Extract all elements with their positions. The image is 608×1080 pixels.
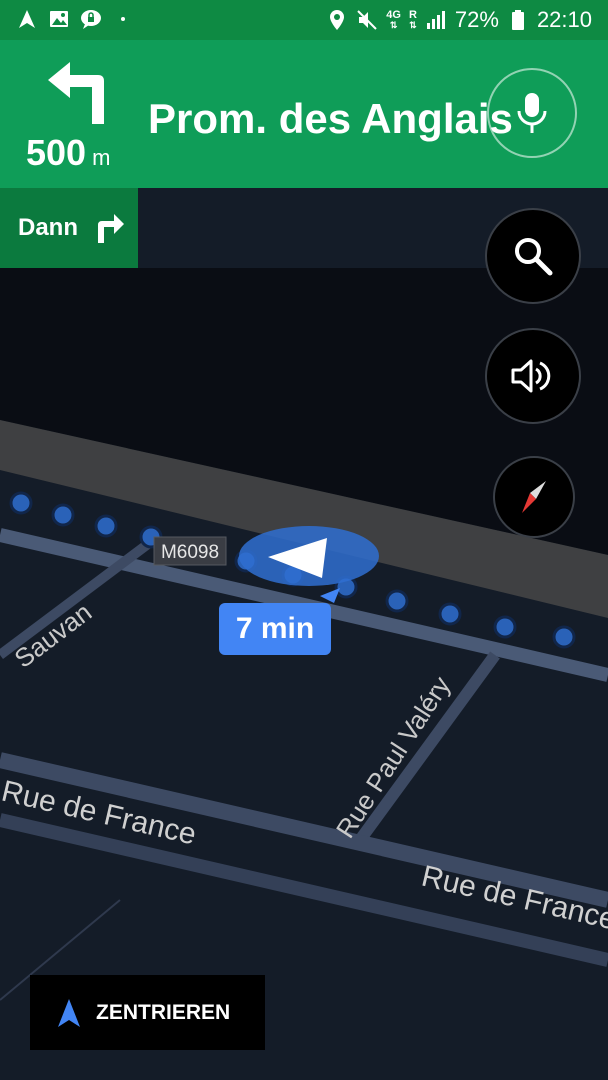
compass-button[interactable] (493, 456, 575, 538)
search-button[interactable] (485, 208, 581, 304)
recenter-label: ZENTRIEREN (96, 1000, 231, 1024)
compass-icon (522, 481, 546, 513)
route-dot (51, 503, 75, 527)
route-dot (438, 602, 462, 626)
recenter-button[interactable]: ZENTRIEREN (30, 975, 265, 1050)
route-dot (552, 625, 576, 649)
route-dot (493, 615, 517, 639)
route-dot (385, 589, 409, 613)
route-dot (9, 491, 33, 515)
volume-icon (511, 359, 551, 393)
sound-button[interactable] (485, 328, 581, 424)
route-shield-label: M6098 (161, 542, 219, 563)
search-icon (515, 238, 553, 276)
map-canvas[interactable]: M6098 Sauvan Rue Paul Valéry Rue de Fran… (0, 0, 608, 1080)
eta-badge: 7 min (219, 603, 331, 655)
route-dot (94, 514, 118, 538)
navigation-arrow-icon (58, 998, 80, 1027)
